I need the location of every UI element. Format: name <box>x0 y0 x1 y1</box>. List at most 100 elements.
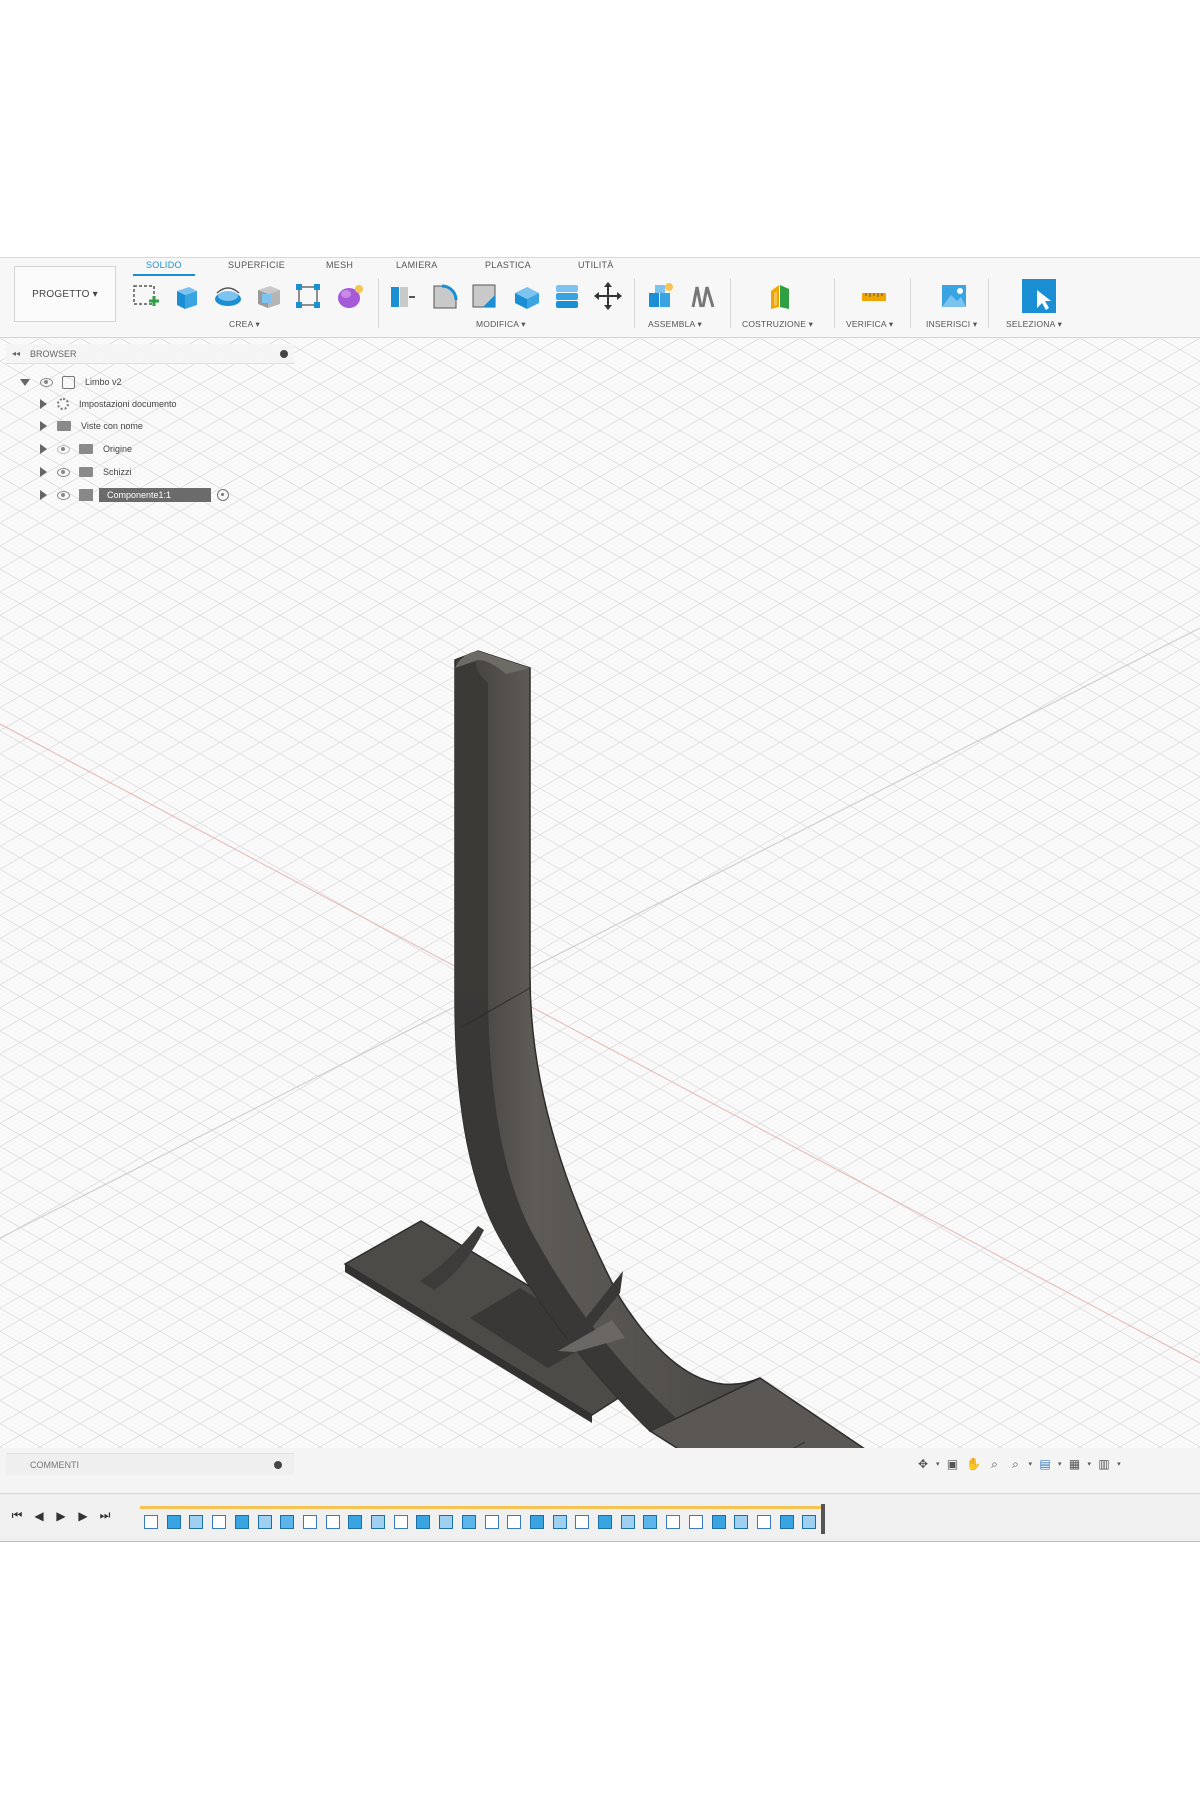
tab-solido[interactable]: SOLIDO <box>146 260 182 270</box>
timeline-feature-sketch-icon[interactable] <box>484 1515 499 1529</box>
timeline-feature-sketch-icon[interactable] <box>666 1515 681 1529</box>
chevron-down-icon[interactable]: ▾ <box>1058 1460 1062 1468</box>
tree-item-document-settings[interactable]: Impostazioni documento <box>40 394 177 414</box>
form-points-icon[interactable] <box>292 278 324 314</box>
group-modifica[interactable]: MODIFICA ▾ <box>476 319 526 330</box>
measure-icon[interactable] <box>858 278 890 314</box>
chevron-down-icon[interactable]: ▾ <box>936 1460 940 1468</box>
tab-plastica[interactable]: PLASTICA <box>485 260 531 270</box>
timeline-feature-sketch-icon[interactable] <box>393 1515 408 1529</box>
chevron-down-icon[interactable]: ▾ <box>1117 1460 1121 1468</box>
group-costruzione[interactable]: COSTRUZIONE ▾ <box>742 319 813 330</box>
tree-root[interactable]: Limbo v2 <box>20 372 122 392</box>
expand-icon[interactable] <box>40 490 47 500</box>
combine-icon[interactable] <box>551 278 583 314</box>
group-crea[interactable]: CREA ▾ <box>229 319 260 330</box>
zoom-window-icon[interactable]: ⌕ <box>1008 1457 1024 1471</box>
comments-panel[interactable]: COMMENTI <box>6 1453 294 1475</box>
tree-item-origin[interactable]: Origine <box>40 439 132 459</box>
expand-icon[interactable] <box>40 399 47 409</box>
orbit-icon[interactable]: ✥ <box>915 1457 931 1471</box>
timeline-feature-chamfer-icon[interactable] <box>280 1515 295 1529</box>
timeline-feature-fillet-icon[interactable] <box>734 1515 749 1529</box>
timeline-feature-extrude-icon[interactable] <box>779 1515 794 1529</box>
expand-icon[interactable] <box>40 444 47 454</box>
chevron-down-icon[interactable]: ▾ <box>1029 1460 1033 1468</box>
grid-settings-icon[interactable]: ▦ <box>1067 1457 1083 1471</box>
timeline-feature-fillet-icon[interactable] <box>257 1515 272 1529</box>
timeline-feature-extrude-icon[interactable] <box>598 1515 612 1529</box>
timeline-feature-extrude-icon[interactable] <box>234 1515 249 1529</box>
timeline-feature-sketch-icon[interactable] <box>212 1515 227 1529</box>
timeline-feature-sketch-icon[interactable] <box>575 1515 590 1529</box>
select-icon[interactable] <box>1020 278 1058 314</box>
activate-component-icon[interactable] <box>217 489 229 501</box>
shell-box-icon[interactable] <box>252 278 284 314</box>
construction-plane-icon[interactable] <box>764 278 796 314</box>
timeline-feature-chamfer-icon[interactable] <box>461 1515 476 1529</box>
timeline-marker[interactable] <box>821 1504 825 1534</box>
shell-icon[interactable] <box>510 278 542 314</box>
timeline-feature-sketch-icon[interactable] <box>507 1515 522 1529</box>
tab-lamiera[interactable]: LAMIERA <box>396 260 438 270</box>
go-to-end-icon[interactable]: ⏭ <box>98 1508 112 1523</box>
timeline-feature-fillet-icon[interactable] <box>371 1515 385 1529</box>
timeline-feature-sketch-icon[interactable] <box>144 1515 158 1529</box>
expand-icon[interactable] <box>40 421 47 431</box>
tab-utilita[interactable]: UTILITÀ <box>578 260 614 270</box>
collapse-icon[interactable]: ◂◂ <box>12 349 20 358</box>
timeline-feature-sketch-icon[interactable] <box>756 1515 771 1529</box>
browser-header[interactable]: ◂◂ BROWSER <box>6 344 294 364</box>
visibility-eye-icon[interactable] <box>40 377 53 387</box>
step-forward-icon[interactable]: ▶ <box>76 1509 90 1523</box>
timeline-feature-extrude-icon[interactable] <box>711 1515 726 1529</box>
timeline-feature-sketch-icon[interactable] <box>688 1515 703 1529</box>
chamfer-icon[interactable] <box>468 278 500 314</box>
timeline-feature-fillet-icon[interactable] <box>620 1515 635 1529</box>
chevron-down-icon[interactable]: ▾ <box>1088 1460 1092 1468</box>
timeline-feature-extrude-icon[interactable] <box>348 1515 363 1529</box>
tab-superficie[interactable]: SUPERFICIE <box>228 260 285 270</box>
zoom-icon[interactable]: ⌕ <box>987 1457 1003 1471</box>
expand-icon[interactable] <box>40 467 47 477</box>
timeline-feature-extrude-icon[interactable] <box>416 1515 431 1529</box>
pin-icon[interactable] <box>280 350 288 358</box>
go-to-start-icon[interactable]: ⏮ <box>10 1508 24 1523</box>
play-icon[interactable]: ▶ <box>54 1509 68 1523</box>
tree-item-named-views[interactable]: Viste con nome <box>40 416 143 436</box>
timeline-feature-fillet-icon[interactable] <box>439 1515 454 1529</box>
group-verifica[interactable]: VERIFICA ▾ <box>846 319 893 330</box>
group-assembla[interactable]: ASSEMBLA ▾ <box>648 319 702 330</box>
timeline-feature-extrude-icon[interactable] <box>166 1515 181 1529</box>
pan-hand-icon[interactable]: ✋ <box>966 1457 982 1471</box>
timeline-feature-sketch-icon[interactable] <box>325 1515 340 1529</box>
form-sculpt-icon[interactable] <box>334 278 366 314</box>
timeline-feature-sketch-icon[interactable] <box>302 1515 317 1529</box>
tree-item-sketches[interactable]: Schizzi <box>40 462 132 482</box>
viewports-icon[interactable]: ▥ <box>1096 1457 1112 1471</box>
fillet-icon[interactable] <box>428 278 460 314</box>
move-icon[interactable] <box>592 278 624 314</box>
timeline-feature-fillet-icon[interactable] <box>802 1515 817 1529</box>
expand-icon[interactable] <box>20 378 30 386</box>
look-at-icon[interactable]: ▣ <box>945 1457 961 1471</box>
step-back-icon[interactable]: ◀ <box>32 1509 46 1523</box>
visibility-eye-icon[interactable] <box>57 490 70 500</box>
group-inserisci[interactable]: INSERISCI ▾ <box>926 319 977 330</box>
create-sketch-icon[interactable] <box>130 278 162 314</box>
timeline-feature-fillet-icon[interactable] <box>552 1515 567 1529</box>
extrude-icon[interactable] <box>170 278 202 314</box>
group-seleziona[interactable]: SELEZIONA ▾ <box>1006 319 1062 330</box>
press-pull-icon[interactable] <box>386 278 418 314</box>
timeline-feature-chamfer-icon[interactable] <box>643 1515 658 1529</box>
insert-image-icon[interactable] <box>938 278 970 314</box>
pin-icon[interactable] <box>274 1461 282 1469</box>
new-component-icon[interactable] <box>644 278 676 314</box>
visibility-eye-icon[interactable] <box>57 467 70 477</box>
timeline-feature-fillet-icon[interactable] <box>189 1515 204 1529</box>
tree-item-component[interactable]: Componente1:1 <box>40 485 229 505</box>
revolve-icon[interactable] <box>212 278 244 314</box>
display-settings-icon[interactable]: ▤ <box>1037 1457 1053 1471</box>
timeline-feature-extrude-icon[interactable] <box>529 1515 544 1529</box>
tab-mesh[interactable]: MESH <box>326 260 353 270</box>
